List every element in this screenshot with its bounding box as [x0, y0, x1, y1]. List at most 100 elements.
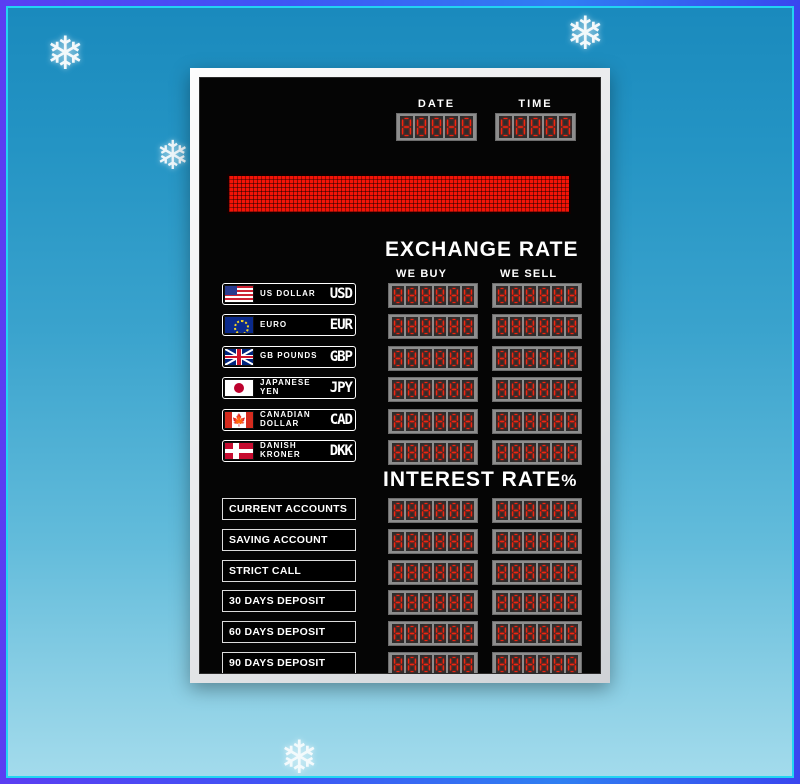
account-row-30-days-deposit[interactable]: 30 DAYS DEPOSIT [222, 590, 356, 613]
seven-segment-digit [392, 624, 404, 644]
account-name: 90 DAYS DEPOSIT [229, 657, 326, 669]
account-row-60-days-deposit[interactable]: 60 DAYS DEPOSIT [222, 621, 356, 644]
seven-segment-digit [552, 562, 564, 582]
currency-row-gbp[interactable]: GB POUNDS GBP [222, 345, 356, 368]
seven-segment-digit [420, 593, 432, 613]
seven-segment-digit [566, 562, 578, 582]
currency-code: DKK [329, 443, 353, 459]
seven-segment-digit [510, 531, 522, 551]
currency-row-cad[interactable]: 🍁 CANADIAN DOLLAR CAD [222, 408, 356, 431]
seven-segment-digit [420, 317, 432, 337]
snowflake-icon: ❄ [46, 27, 85, 79]
we-buy-header: WE BUY [396, 268, 448, 280]
snowflake-icon: ❄ [566, 8, 605, 59]
seven-segment-digit [496, 501, 508, 520]
led-screen: DATE TIME EXCHANGE RATE WE BUY WE SELL U… [199, 77, 601, 674]
seven-segment-digit [510, 501, 522, 520]
snowflake-icon: ❄ [280, 731, 319, 776]
seven-segment-digit [448, 286, 460, 305]
seven-segment-digit [552, 531, 564, 551]
seven-segment-digit [448, 501, 460, 520]
rate-right-current-accounts [492, 498, 582, 525]
interest-rate-title-text: INTEREST RATE [383, 468, 562, 491]
sell-rate-usd [492, 283, 582, 310]
date-display: DATE [396, 98, 477, 143]
seven-segment-digit [566, 380, 578, 400]
seven-segment-digit [406, 317, 418, 337]
seven-segment-digit [406, 531, 418, 551]
seven-segment-digit [499, 116, 512, 138]
currency-exchange-rate-board: DATE TIME EXCHANGE RATE WE BUY WE SELL U… [190, 68, 610, 683]
date-value [396, 113, 477, 143]
buy-rate-eur [388, 314, 478, 341]
currency-row-usd[interactable]: US DOLLAR USD [222, 283, 356, 305]
seven-segment-digit [510, 380, 522, 400]
seven-segment-digit [510, 286, 522, 305]
seven-segment-digit [552, 348, 564, 368]
seven-segment-digit [538, 380, 550, 400]
seven-segment-digit [406, 411, 418, 431]
seven-segment-digit [392, 411, 404, 431]
currency-row-eur[interactable]: EURO EUR [222, 314, 356, 337]
seven-segment-digit [552, 655, 564, 673]
account-row-current-accounts[interactable]: CURRENT ACCOUNTS [222, 498, 356, 520]
seven-segment-digit [434, 286, 446, 305]
seven-segment-digit [524, 443, 536, 462]
currency-row-jpy[interactable]: JAPANESE YEN JPY [222, 377, 356, 400]
seven-segment-digit [392, 501, 404, 520]
seven-segment-digit [392, 380, 404, 400]
seven-segment-digit [392, 348, 404, 368]
seven-segment-digit [496, 380, 508, 400]
account-name: SAVING ACCOUNT [229, 533, 328, 546]
us-flag-icon [224, 285, 254, 303]
seven-segment-digit [524, 286, 536, 305]
currency-code: CAD [329, 411, 353, 428]
time-label: TIME [518, 98, 553, 110]
seven-segment-digit [434, 443, 446, 462]
seven-segment-digit [448, 380, 460, 400]
rate-right-60-days-deposit [492, 621, 582, 648]
wall-background: ❄ ❄ ❄ ❄ DATE TIME EXCHANGE RATE WE BUY W… [8, 8, 792, 776]
seven-segment-digit [448, 593, 460, 613]
seven-segment-digit [434, 531, 446, 551]
seven-segment-digit [524, 501, 536, 520]
account-row-90-days-deposit[interactable]: 90 DAYS DEPOSIT [222, 652, 356, 673]
seven-segment-digit [392, 531, 404, 551]
seven-segment-digit [445, 116, 458, 138]
currency-row-dkk[interactable]: DANISH KRONER DKK [222, 440, 356, 462]
seven-segment-digit [566, 655, 578, 673]
buy-rate-usd [388, 283, 478, 310]
account-row-saving-account[interactable]: SAVING ACCOUNT [222, 528, 356, 551]
seven-segment-digit [510, 411, 522, 431]
datetime-row: DATE TIME [200, 98, 600, 154]
rate-left-saving-account [388, 528, 478, 556]
seven-segment-digit [538, 286, 550, 305]
rate-left-current-accounts [388, 498, 478, 525]
currency-name: GB POUNDS [260, 351, 318, 361]
currency-code: JPY [329, 380, 353, 397]
seven-segment-digit [566, 348, 578, 368]
seven-segment-digit [462, 443, 474, 462]
seven-segment-digit [559, 116, 572, 138]
time-value [495, 113, 576, 143]
rate-left-30-days-deposit [388, 590, 478, 617]
currency-code: USD [329, 286, 353, 302]
seven-segment-digit [552, 380, 564, 400]
seven-segment-digit [524, 411, 536, 431]
account-name: 60 DAYS DEPOSIT [229, 626, 326, 639]
seven-segment-digit [420, 655, 432, 673]
dk-flag-icon [224, 442, 254, 460]
interest-rate-title: INTEREST RATE% [383, 468, 577, 492]
seven-segment-digit [434, 624, 446, 644]
seven-segment-digit [448, 562, 460, 582]
seven-segment-digit [462, 562, 474, 582]
seven-segment-digit [566, 286, 578, 305]
seven-segment-digit [448, 443, 460, 462]
seven-segment-digit [392, 286, 404, 305]
seven-segment-digit [496, 317, 508, 337]
account-name: 30 DAYS DEPOSIT [229, 595, 326, 608]
account-row-strict-call[interactable]: STRICT CALL [222, 559, 356, 582]
seven-segment-digit [448, 317, 460, 337]
seven-segment-digit [448, 624, 460, 644]
seven-segment-digit [524, 348, 536, 368]
